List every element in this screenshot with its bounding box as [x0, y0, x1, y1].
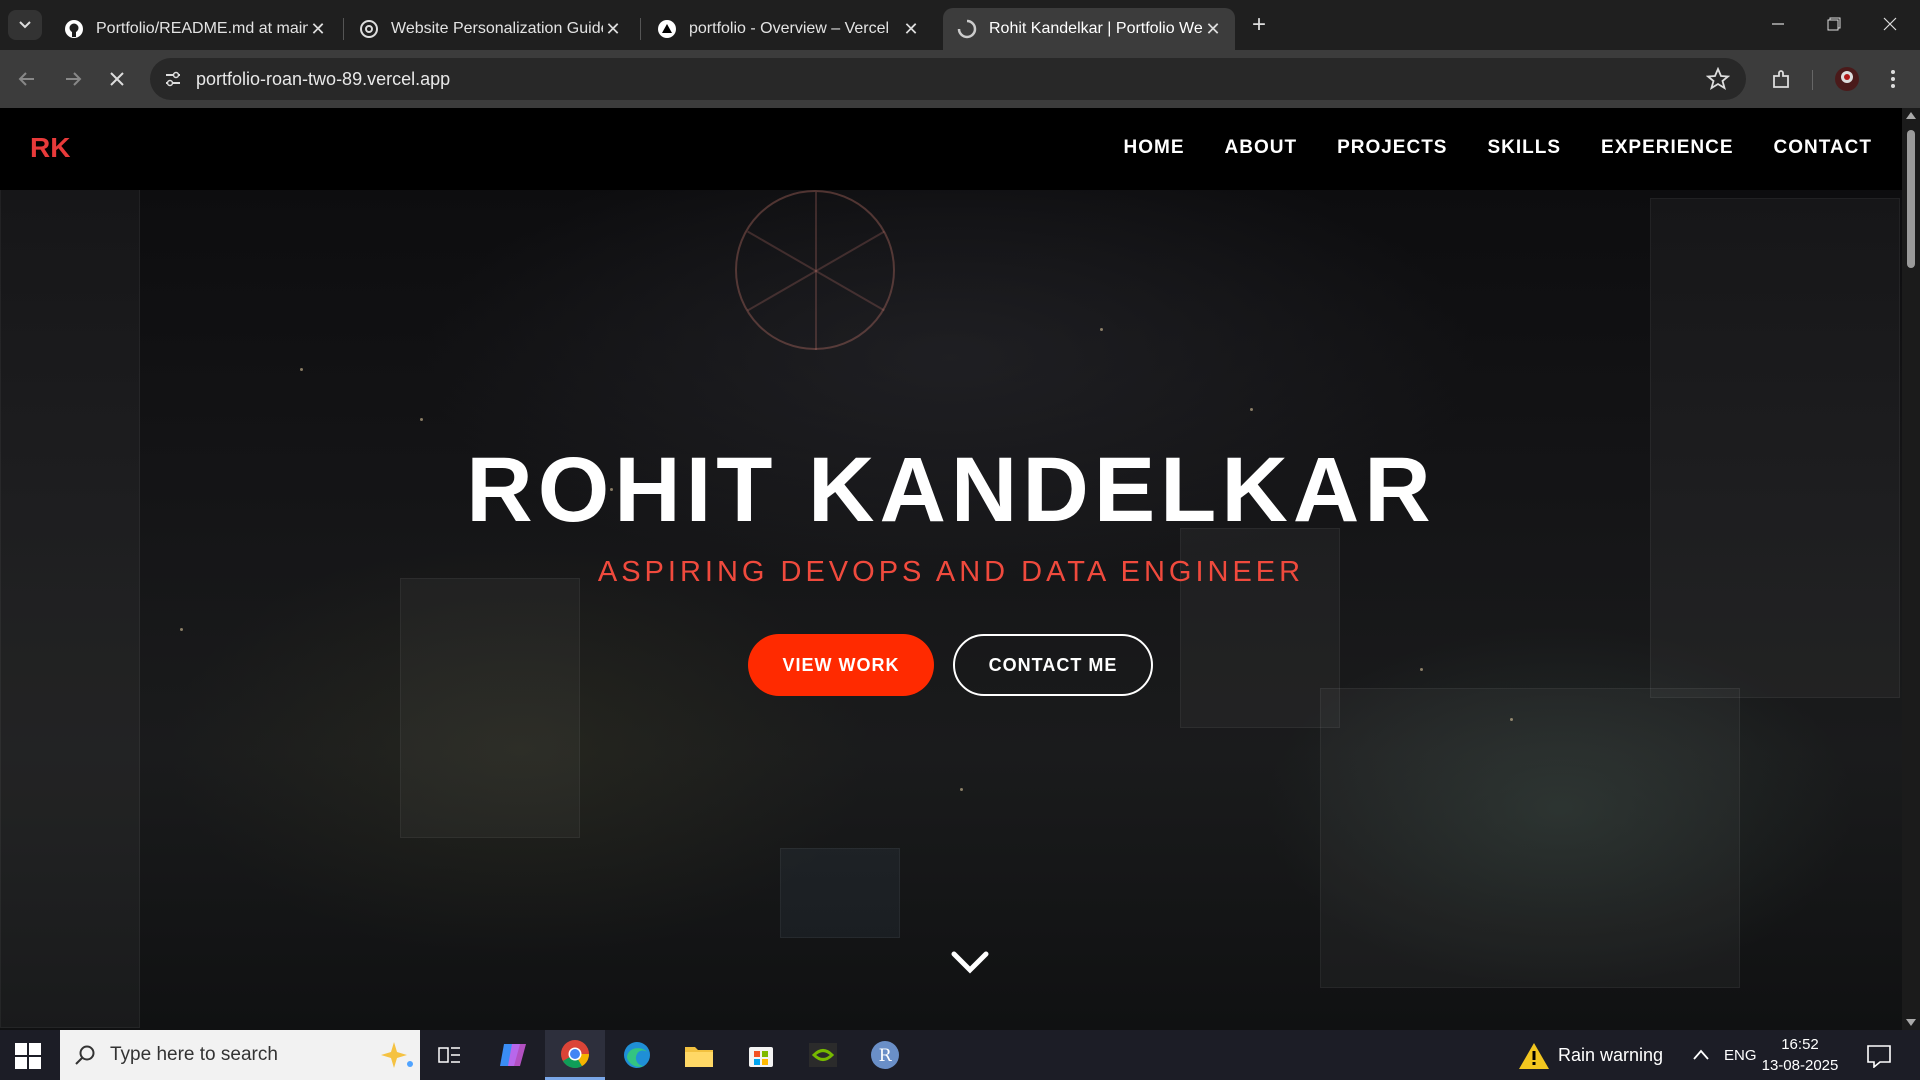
- file-explorer-app[interactable]: [669, 1030, 729, 1080]
- tab-vercel[interactable]: portfolio - Overview – Vercel ✕: [643, 8, 933, 50]
- nav-contact[interactable]: CONTACT: [1774, 137, 1872, 159]
- page-scrollbar[interactable]: [1902, 108, 1920, 1030]
- chevron-up-icon[interactable]: [1692, 1048, 1710, 1062]
- site-info-icon[interactable]: [160, 66, 186, 92]
- vercel-icon: [657, 19, 677, 39]
- nav-links: HOME ABOUT PROJECTS SKILLS EXPERIENCE CO…: [1124, 137, 1873, 159]
- chrome-app[interactable]: [545, 1030, 605, 1080]
- close-icon[interactable]: ✕: [1203, 19, 1223, 39]
- profile-avatar[interactable]: [1834, 66, 1860, 92]
- toolbar-divider: [1812, 70, 1813, 90]
- hero-subtitle: ASPIRING DEVOPS AND DATA ENGINEER: [597, 556, 1305, 588]
- sparkle-icon: [381, 1042, 413, 1068]
- contact-me-button[interactable]: CONTACT ME: [953, 634, 1153, 696]
- clock-date: 13-08-2025: [1761, 1057, 1839, 1074]
- tab-chatgpt[interactable]: Website Personalization Guide ✕: [345, 8, 635, 50]
- tab-portfolio[interactable]: Rohit Kandelkar | Portfolio Web ✕: [943, 8, 1235, 50]
- chrome-icon: [561, 1039, 589, 1068]
- scrollbar-thumb[interactable]: [1907, 130, 1915, 268]
- warning-icon[interactable]: [1518, 1042, 1550, 1070]
- site-logo[interactable]: RK: [30, 132, 70, 164]
- notification-icon[interactable]: [1866, 1044, 1892, 1068]
- restore-icon: [1827, 17, 1841, 31]
- clock[interactable]: 16:52 13-08-2025: [1760, 1034, 1840, 1076]
- task-view-icon: [438, 1047, 460, 1063]
- view-work-button[interactable]: VIEW WORK: [748, 634, 934, 696]
- nvidia-icon: [809, 1043, 837, 1067]
- loading-icon: [957, 19, 977, 39]
- scroll-down-arrow[interactable]: [1906, 1019, 1916, 1026]
- tab-title: Portfolio/README.md at main ·: [96, 20, 308, 37]
- clock-time: 16:52: [1781, 1036, 1819, 1053]
- nav-projects[interactable]: PROJECTS: [1337, 137, 1447, 159]
- restore-button[interactable]: [1806, 0, 1862, 48]
- chevron-down-icon: [19, 21, 31, 29]
- arrow-left-icon: [18, 72, 34, 86]
- task-view-button[interactable]: [420, 1030, 480, 1080]
- extensions-icon[interactable]: [1768, 66, 1794, 92]
- store-icon: [749, 1047, 773, 1067]
- svg-text:R: R: [879, 1046, 893, 1066]
- url-text[interactable]: portfolio-roan-two-89.vercel.app: [196, 69, 450, 90]
- hero-title: ROHIT KANDELKAR: [466, 439, 1436, 541]
- nav-about[interactable]: ABOUT: [1225, 137, 1298, 159]
- minimize-icon: [1772, 23, 1784, 25]
- address-bar[interactable]: portfolio-roan-two-89.vercel.app: [150, 58, 1746, 100]
- chatgpt-icon: [359, 19, 379, 39]
- forward-button[interactable]: [56, 62, 90, 96]
- microsoft-store-app[interactable]: [731, 1030, 791, 1080]
- chevron-down-icon[interactable]: [950, 948, 990, 978]
- tab-title: Website Personalization Guide: [391, 20, 603, 37]
- copilot-app[interactable]: [483, 1030, 543, 1080]
- stop-icon: [110, 72, 124, 86]
- github-icon: [64, 19, 84, 39]
- search-icon: [75, 1045, 95, 1065]
- web-page: RK HOME ABOUT PROJECTS SKILLS EXPERIENCE…: [0, 108, 1902, 1030]
- close-icon[interactable]: ✕: [603, 19, 623, 39]
- profile-app[interactable]: R: [855, 1030, 915, 1080]
- copilot-icon: [500, 1044, 526, 1066]
- tab-github[interactable]: Portfolio/README.md at main · ✕: [50, 8, 340, 50]
- close-icon: [1883, 17, 1897, 31]
- site-navbar: RK HOME ABOUT PROJECTS SKILLS EXPERIENCE…: [0, 108, 1902, 190]
- tab-title: Rohit Kandelkar | Portfolio Web: [989, 20, 1203, 37]
- new-tab-button[interactable]: +: [1245, 12, 1273, 40]
- windows-start-icon[interactable]: [14, 1042, 42, 1070]
- back-button[interactable]: [10, 62, 44, 96]
- bookmark-star-icon[interactable]: [1706, 67, 1730, 91]
- taskbar-search-input[interactable]: Type here to search: [60, 1030, 420, 1080]
- folder-icon: [685, 1047, 713, 1067]
- close-icon[interactable]: ✕: [308, 19, 328, 39]
- browser-toolbar: portfolio-roan-two-89.vercel.app: [0, 50, 1920, 108]
- arrow-right-icon: [66, 72, 82, 86]
- tab-search-button[interactable]: [8, 10, 42, 40]
- nav-skills[interactable]: SKILLS: [1487, 137, 1561, 159]
- scroll-up-arrow[interactable]: [1906, 112, 1916, 119]
- tab-separator: [343, 18, 344, 40]
- edge-app[interactable]: [607, 1030, 667, 1080]
- nav-home[interactable]: HOME: [1124, 137, 1185, 159]
- close-icon[interactable]: ✕: [901, 19, 921, 39]
- tab-title: portfolio - Overview – Vercel: [689, 20, 890, 37]
- ferris-wheel-image: [735, 190, 895, 350]
- tab-separator: [640, 18, 641, 40]
- language-indicator[interactable]: ENG: [1724, 1047, 1757, 1064]
- weather-text[interactable]: Rain warning: [1558, 1045, 1663, 1066]
- search-placeholder: Type here to search: [110, 1044, 278, 1065]
- avatar-r-icon: R: [871, 1041, 899, 1069]
- minimize-button[interactable]: [1750, 0, 1806, 48]
- stop-loading-button[interactable]: [100, 62, 134, 96]
- nav-experience[interactable]: EXPERIENCE: [1601, 137, 1733, 159]
- close-window-button[interactable]: [1862, 0, 1918, 48]
- taskbar: Type here to search R Rain warning ENG 1…: [0, 1030, 1920, 1080]
- nvidia-app[interactable]: [793, 1030, 853, 1080]
- menu-kebab-icon[interactable]: [1880, 66, 1906, 92]
- tab-strip: Portfolio/README.md at main · ✕ Website …: [0, 0, 1920, 50]
- edge-icon: [624, 1042, 650, 1068]
